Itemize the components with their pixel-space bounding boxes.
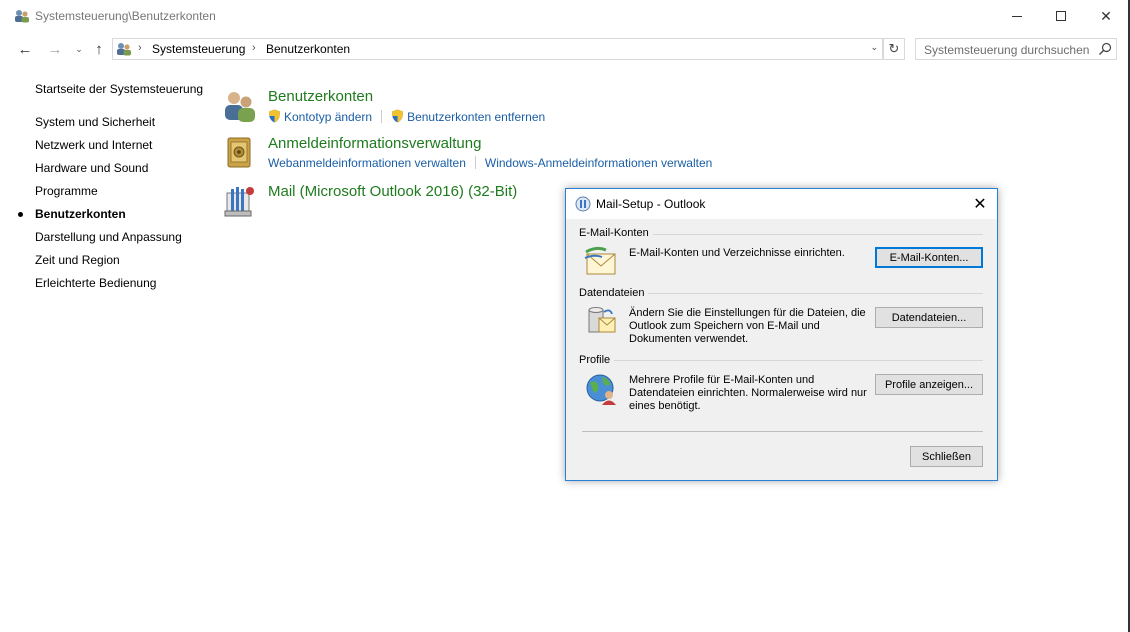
section-label-datendateien: Datendateien [579,287,649,299]
credential-vault-icon [227,137,251,168]
address-bar[interactable]: › Systemsteuerung › Benutzerkonten ⌄ [112,38,883,60]
minimize-icon [1012,15,1022,17]
section-label-email-konten: E-Mail-Konten [579,227,653,239]
data-files-icon [588,307,616,333]
refresh-icon: ↻ [888,41,900,56]
active-bullet-icon [18,212,23,217]
minimize-button[interactable] [994,0,1040,32]
section-label-profile: Profile [579,354,615,366]
category-title-anmeldeinformationsverwaltung[interactable]: Anmeldeinformationsverwaltung [268,135,481,152]
search-icon[interactable] [1098,42,1112,56]
dialog-footer-divider [582,431,983,432]
chevron-down-icon: ⌄ [75,43,83,54]
breadcrumb-benutzerkonten[interactable]: Benutzerkonten [266,42,350,56]
users-icon [225,92,255,122]
dialog-title: Mail-Setup - Outlook [596,197,706,211]
search-placeholder: Systemsteuerung durchsuchen [924,43,1090,57]
breadcrumb-systemsteuerung[interactable]: Systemsteuerung [152,42,245,56]
uac-shield-icon [392,109,404,123]
breadcrumb-separator-icon: › [138,42,142,54]
section-divider [579,360,983,361]
arrow-right-icon: → [47,40,63,58]
forward-button[interactable]: → [45,39,65,59]
section-text-email-konten: E-Mail-Konten und Verzeichnisse einricht… [629,247,845,259]
close-icon: ✕ [973,196,987,213]
window-title: Systemsteuerung\Benutzerkonten [35,9,216,23]
link-webanmeldeinformationen[interactable]: Webanmeldeinformationen verwalten [268,156,466,170]
sidebar-item-erleichterte-bedienung[interactable]: Erleichterte Bedienung [35,276,156,290]
datendateien-button[interactable]: Datendateien... [875,307,983,328]
maximize-button[interactable] [1038,0,1084,32]
link-divider [381,110,383,123]
category-links: Kontotyp ändern Benutzerkonten entfernen [268,109,545,124]
recent-locations-button[interactable]: ⌄ [69,39,89,59]
category-links: Webanmeldeinformationen verwalten Windows… [268,156,712,170]
chevron-down-icon[interactable]: ⌄ [870,42,878,53]
control-panel-icon [117,43,131,56]
sidebar-item-programme[interactable]: Programme [35,184,98,198]
sidebar-item-zeit-region[interactable]: Zeit und Region [35,253,120,267]
section-text-datendateien: Ändern Sie die Einstellungen für die Dat… [629,307,866,345]
section-text-profile: Mehrere Profile für E-Mail-Konten und Da… [629,374,867,412]
dialog-close-button[interactable]: ✕ [967,191,993,217]
mail-setup-dialog: Mail-Setup - Outlook ✕ E-Mail-Konten E-M… [565,188,998,481]
title-bar: Systemsteuerung\Benutzerkonten ✕ [0,0,1130,33]
maximize-icon [1056,11,1066,21]
schliessen-button[interactable]: Schließen [910,446,983,467]
breadcrumb-separator-icon: › [252,42,256,54]
sidebar-item-hardware-sound[interactable]: Hardware und Sound [35,161,148,175]
email-konten-button[interactable]: E-Mail-Konten... [875,247,983,268]
sidebar-item-netzwerk-internet[interactable]: Netzwerk und Internet [35,138,152,152]
close-window-button[interactable]: ✕ [1083,0,1129,32]
link-kontotyp-aendern[interactable]: Kontotyp ändern [284,110,372,124]
link-benutzerkonten-entfernen[interactable]: Benutzerkonten entfernen [407,110,545,124]
category-title-benutzerkonten[interactable]: Benutzerkonten [268,88,373,105]
uac-shield-icon [269,109,280,123]
search-input[interactable]: Systemsteuerung durchsuchen [915,38,1117,60]
profile-anzeigen-button[interactable]: Profile anzeigen... [875,374,983,395]
dialog-title-bar: Mail-Setup - Outlook ✕ [566,189,997,219]
up-button[interactable]: ↑ [89,39,109,59]
profiles-icon [586,374,616,405]
mail-icon [224,187,254,217]
navigation-bar: ← → ⌄ ↑ › Systemsteuerung › Benutzerkont… [0,33,1130,65]
category-title-mail[interactable]: Mail (Microsoft Outlook 2016) (32-Bit) [268,183,517,200]
link-windows-anmeldeinformationen[interactable]: Windows-Anmeldeinformationen verwalten [485,156,712,170]
mail-icon [575,196,591,212]
sidebar-home-link[interactable]: Startseite der Systemsteuerung [35,82,203,96]
back-button[interactable]: ← [15,39,35,59]
sidebar-item-benutzerkonten[interactable]: Benutzerkonten [35,207,126,221]
refresh-button[interactable]: ↻ [883,38,905,60]
sidebar-item-darstellung-anpassung[interactable]: Darstellung und Anpassung [35,230,182,244]
close-icon: ✕ [1100,7,1112,24]
sidebar-item-system-sicherheit[interactable]: System und Sicherheit [35,115,155,129]
email-accounts-icon [584,246,616,275]
link-divider [474,156,476,169]
arrow-up-icon: ↑ [95,40,103,58]
users-icon [15,10,29,23]
arrow-left-icon: ← [17,40,33,58]
